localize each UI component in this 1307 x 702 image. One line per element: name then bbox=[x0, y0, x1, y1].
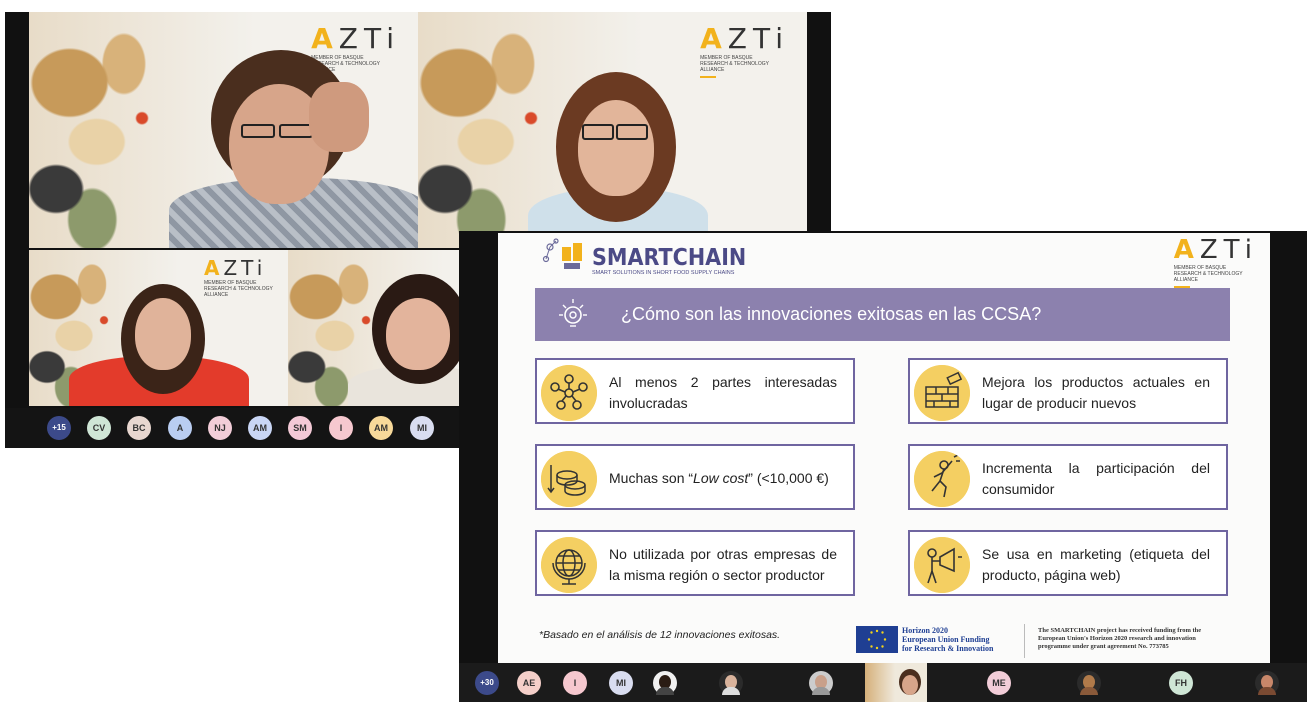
eu-funding-logo: Horizon 2020 European Union Funding for … bbox=[856, 626, 993, 653]
more-participants-badge[interactable]: +15 bbox=[47, 416, 71, 440]
brick-wall-icon bbox=[914, 365, 970, 421]
video-tile-participant-1[interactable]: AZTi MEMBER OF BASQUE RESEARCH & TECHNOL… bbox=[29, 12, 418, 248]
smartchain-logo: SMARTCHAIN SMART SOLUTIONS IN SHORT FOOD… bbox=[540, 235, 763, 276]
participant-avatar[interactable]: AM bbox=[248, 416, 272, 440]
innovation-card-stakeholders: Al menos 2 partes interesadas involucrad… bbox=[535, 358, 855, 424]
participants-strip: +30 AE I MI ME FH bbox=[459, 663, 1307, 702]
question-banner: ¿Cómo son las innovaciones exitosas en l… bbox=[535, 288, 1230, 341]
innovation-card-low-cost: Muchas son “Low cost” (<10,000 €) bbox=[535, 444, 855, 510]
lightbulb-icon bbox=[559, 299, 587, 327]
innovation-card-not-used-by-others: No utilizada por otras empresas de la mi… bbox=[535, 530, 855, 596]
megaphone-icon bbox=[914, 537, 970, 593]
presentation-window: SMARTCHAIN SMART SOLUTIONS IN SHORT FOOD… bbox=[459, 231, 1307, 702]
participant-video bbox=[518, 12, 718, 248]
participant-photo-avatar[interactable] bbox=[1077, 671, 1101, 695]
question-title: ¿Cómo son las innovaciones exitosas en l… bbox=[621, 304, 1042, 324]
participant-photo-avatar[interactable] bbox=[1255, 671, 1279, 695]
participant-avatar[interactable]: MI bbox=[410, 416, 434, 440]
participant-video-thumbnail[interactable] bbox=[865, 663, 927, 702]
video-tile-participant-3[interactable]: AZTi MEMBER OF BASQUE RESEARCH & TECHNOL… bbox=[29, 250, 288, 406]
participant-avatar[interactable]: I bbox=[563, 671, 587, 695]
participant-video bbox=[169, 12, 418, 248]
innovation-card-marketing: Se usa en marketing (etiqueta del produc… bbox=[908, 530, 1228, 596]
participant-avatar[interactable]: SM bbox=[288, 416, 312, 440]
participant-avatar[interactable]: ME bbox=[987, 671, 1011, 695]
participant-video bbox=[69, 250, 259, 406]
participant-avatar[interactable]: CV bbox=[87, 416, 111, 440]
participant-avatar[interactable]: FH bbox=[1169, 671, 1193, 695]
participant-photo-avatar[interactable] bbox=[809, 671, 833, 695]
more-participants-badge[interactable]: +30 bbox=[475, 671, 499, 695]
innovation-card-improve-products: Mejora los productos actuales en lugar d… bbox=[908, 358, 1228, 424]
network-icon bbox=[541, 365, 597, 421]
footer-divider bbox=[1024, 624, 1025, 658]
participant-photo-avatar[interactable] bbox=[719, 671, 743, 695]
video-tile-participant-2[interactable]: AZTi MEMBER OF BASQUE RESEARCH & TECHNOL… bbox=[418, 12, 807, 248]
azti-logo: AZTi MEMBER OF BASQUE RESEARCH & TECHNOL… bbox=[1173, 235, 1258, 288]
participant-avatar[interactable]: BC bbox=[127, 416, 151, 440]
participant-photo-avatar[interactable] bbox=[653, 671, 677, 695]
climbing-person-icon bbox=[914, 451, 970, 507]
funding-notice: The SMARTCHAIN project has received fund… bbox=[1038, 627, 1202, 650]
slide-footnote: *Basado en el análisis de 12 innovacione… bbox=[539, 629, 781, 641]
participant-avatar[interactable]: I bbox=[329, 416, 353, 440]
eu-flag-icon bbox=[856, 626, 898, 653]
globe-icon bbox=[541, 537, 597, 593]
participant-avatar[interactable]: MI bbox=[609, 671, 633, 695]
participant-avatar[interactable]: AM bbox=[369, 416, 393, 440]
participant-avatar[interactable]: NJ bbox=[208, 416, 232, 440]
coins-icon bbox=[541, 451, 597, 507]
participant-avatar[interactable]: A bbox=[168, 416, 192, 440]
participant-avatar[interactable]: AE bbox=[517, 671, 541, 695]
shared-slide: SMARTCHAIN SMART SOLUTIONS IN SHORT FOOD… bbox=[498, 233, 1270, 663]
smartchain-mark-icon bbox=[542, 238, 582, 269]
innovation-card-consumer-participation: Incrementa la participación del consumid… bbox=[908, 444, 1228, 510]
